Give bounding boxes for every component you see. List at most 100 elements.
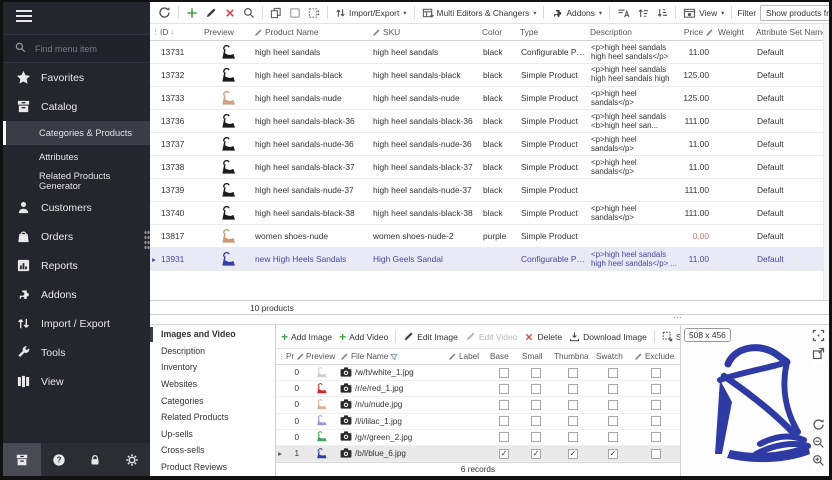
column-header-id[interactable]: ID↓ xyxy=(158,27,202,37)
column-header-color[interactable]: Color xyxy=(480,27,518,37)
open-external-icon[interactable] xyxy=(812,347,825,365)
lock-icon[interactable] xyxy=(77,443,113,476)
sidebar-item-favorites[interactable]: Favorites xyxy=(3,63,150,92)
cell-product-name[interactable]: high heel sandals-black-38 xyxy=(252,208,370,218)
product-row[interactable]: ▸ 13931 new High Heels Sandals High Geel… xyxy=(150,248,829,271)
cell-sku[interactable]: high heel sandals-nude xyxy=(370,93,480,103)
product-row[interactable]: 13736 high heel sandals-black-36 high he… xyxy=(150,110,829,133)
image-row[interactable]: 0 /n/u/nude.jpg xyxy=(276,397,680,413)
column-header-exclude[interactable]: Exclude xyxy=(632,352,680,361)
sidebar-item-addons[interactable]: Addons xyxy=(3,280,150,309)
sidebar-item-catalog[interactable]: Catalog xyxy=(3,92,150,121)
cell-price[interactable]: 11.00 xyxy=(680,254,716,264)
exclude-checkbox[interactable] xyxy=(651,384,661,394)
thumbnail-checkbox[interactable] xyxy=(568,400,578,410)
column-header-preview[interactable]: Preview xyxy=(202,27,252,37)
edit-image-button[interactable]: Edit Image xyxy=(400,329,461,344)
base-checkbox[interactable]: ✓ xyxy=(499,449,509,459)
image-row[interactable]: 0 /r/e/red_1.jpg xyxy=(276,381,680,397)
cell-price[interactable]: 111.00 xyxy=(680,208,716,218)
cell-file-name[interactable]: /r/e/red_1.jpg xyxy=(338,383,446,395)
small-checkbox[interactable] xyxy=(531,384,541,394)
horizontal-splitter[interactable]: ⋯ xyxy=(150,315,829,324)
sidebar-item-view[interactable]: View xyxy=(3,367,150,396)
cell-price[interactable]: 111.00 xyxy=(680,185,716,195)
cell-sku[interactable]: High Geels Sandal xyxy=(370,254,480,264)
catalog-icon[interactable] xyxy=(3,443,41,476)
cell-file-name[interactable]: /l/i/lilac_1.jpg xyxy=(338,415,446,427)
cell-position[interactable]: 0 xyxy=(284,384,304,393)
small-checkbox[interactable] xyxy=(531,368,541,378)
image-row[interactable]: ▸ 1 /b/l/blue_6.jpg ✓✓✓✓ xyxy=(276,446,680,462)
search-products-button[interactable] xyxy=(240,5,258,21)
exclude-checkbox[interactable] xyxy=(651,416,661,426)
image-row[interactable]: 0 /l/i/lilac_1.jpg xyxy=(276,414,680,430)
add-product-button[interactable] xyxy=(183,5,201,21)
cell-product-name[interactable]: high heel sandals xyxy=(252,47,370,57)
tab-categories[interactable]: Categories xyxy=(150,392,275,409)
column-header-type[interactable]: Type xyxy=(518,27,588,37)
column-header-price[interactable]: Price xyxy=(680,27,716,37)
add-image-button[interactable]: +Add Image xyxy=(278,330,335,344)
cell-file-name[interactable]: /b/l/blue_6.jpg xyxy=(338,448,446,460)
vertical-scrollbar[interactable] xyxy=(823,24,829,300)
cell-file-name[interactable]: /w/h/white_1.jpg xyxy=(338,367,446,379)
cell-position[interactable]: 0 xyxy=(284,417,304,426)
sidebar-item-attributes[interactable]: Attributes xyxy=(3,145,150,169)
column-header-description[interactable]: Description xyxy=(588,27,680,37)
product-row[interactable]: 13733 high heel sandals-nude high heel s… xyxy=(150,87,829,110)
cell-position[interactable]: 0 xyxy=(284,368,304,377)
import-export-menu[interactable]: Import/Export▾ xyxy=(332,5,410,21)
product-row[interactable]: 13737 high heel sandals-nude-36 high hee… xyxy=(150,133,829,156)
column-header-thumbna[interactable]: Thumbna xyxy=(552,352,594,361)
small-checkbox[interactable] xyxy=(531,432,541,442)
sidebar-item-customers[interactable]: Customers xyxy=(3,193,150,222)
product-row[interactable]: 13740 high heel sandals-black-38 high he… xyxy=(150,202,829,225)
column-header-file-name[interactable]: File Name xyxy=(338,352,446,361)
cell-sku[interactable]: high heel sandals-black-36 xyxy=(370,116,480,126)
copy-button[interactable] xyxy=(267,5,285,21)
cell-price[interactable]: 125.00 xyxy=(680,93,716,103)
thumbnail-checkbox[interactable] xyxy=(568,432,578,442)
cell-sku[interactable]: high heel sandals-nude-37 xyxy=(370,185,480,195)
swatch-checkbox[interactable] xyxy=(608,416,618,426)
rotate-icon[interactable] xyxy=(812,418,825,436)
cell-price[interactable]: 11.00 xyxy=(680,162,716,172)
sidebar-item-related-products-generator[interactable]: Related Products Generator xyxy=(3,169,150,193)
view-menu[interactable]: View▾ xyxy=(680,5,727,21)
sidebar-item-reports[interactable]: Reports xyxy=(3,251,150,280)
cell-position[interactable]: 0 xyxy=(284,433,304,442)
cell-product-name[interactable]: high heel sandals-black-37 xyxy=(252,162,370,172)
base-checkbox[interactable] xyxy=(499,384,509,394)
swatch-checkbox[interactable] xyxy=(608,400,618,410)
column-header-pr[interactable]: Pr xyxy=(284,352,304,361)
cell-product-name[interactable]: high heel sandals-nude-37 xyxy=(252,185,370,195)
base-checkbox[interactable] xyxy=(499,416,509,426)
sidebar-item-orders[interactable]: Orders xyxy=(3,222,150,251)
expand-rows-button[interactable] xyxy=(634,5,652,21)
cell-sku[interactable]: high heel sandals-black xyxy=(370,70,480,80)
filter-select[interactable]: Show products from selected categories ▾ xyxy=(760,5,829,21)
edit-product-button[interactable] xyxy=(202,5,220,21)
set-resize-rule-button[interactable]: Set Resize Rule xyxy=(659,329,680,344)
column-header-preview[interactable]: Preview xyxy=(304,352,338,361)
column-header-weight[interactable]: Weight xyxy=(716,27,754,37)
column-header-attribute-set-name[interactable]: Attribute Set Name xyxy=(754,27,829,37)
cell-product-name[interactable]: new High Heels Sandals xyxy=(252,254,370,264)
exclude-checkbox[interactable] xyxy=(651,400,661,410)
multi-editors-menu[interactable]: Multi Editors & Changers▾ xyxy=(419,5,540,21)
cell-position[interactable]: 0 xyxy=(284,400,304,409)
swatch-checkbox[interactable] xyxy=(608,368,618,378)
sidebar-item-import-export[interactable]: Import / Export xyxy=(3,309,150,338)
small-checkbox[interactable] xyxy=(531,416,541,426)
cell-price[interactable]: 111.00 xyxy=(680,116,716,126)
cell-sku[interactable]: high heel sandals-black-38 xyxy=(370,208,480,218)
cell-product-name[interactable]: high heel sandals-nude-36 xyxy=(252,139,370,149)
cell-product-name[interactable]: women shoes-nude xyxy=(252,231,370,241)
paste-special-button[interactable] xyxy=(305,5,323,21)
tab-product-reviews[interactable]: Product Reviews xyxy=(150,459,275,476)
product-row[interactable]: 13732 high heel sandals-black high heel … xyxy=(150,64,829,87)
cell-price[interactable]: 11.00 xyxy=(680,47,716,57)
zoom-out-icon[interactable] xyxy=(812,436,825,454)
product-row[interactable]: 13738 high heel sandals-black-37 high he… xyxy=(150,156,829,179)
